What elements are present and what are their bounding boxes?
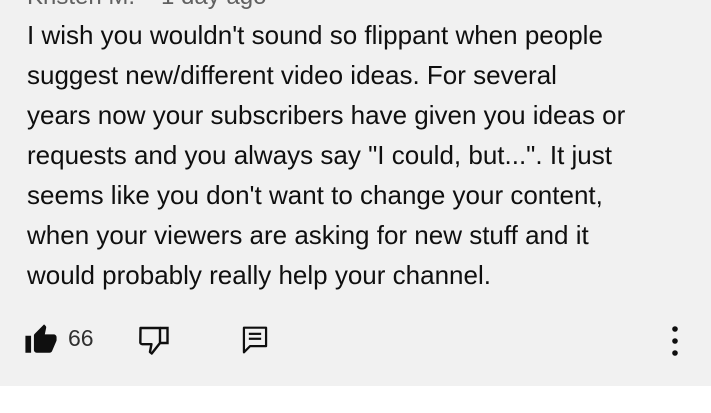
comment-text: I wish you wouldn't sound so flippant wh… bbox=[27, 20, 626, 290]
more-vertical-icon bbox=[672, 326, 678, 356]
reply-button[interactable] bbox=[240, 324, 272, 358]
dislike-button[interactable] bbox=[136, 322, 174, 358]
comment-actions: 66 bbox=[0, 320, 711, 360]
header-separator: · bbox=[145, 0, 153, 10]
thumbs-down-icon bbox=[139, 326, 169, 355]
comment-header: Kristen M. · 1 day ago bbox=[27, 0, 266, 11]
more-options-button[interactable] bbox=[660, 324, 690, 358]
like-count: 66 bbox=[68, 325, 94, 351]
comment-timestamp[interactable]: 1 day ago bbox=[161, 0, 266, 10]
reply-comment-icon bbox=[242, 326, 268, 354]
thumbs-up-icon bbox=[25, 324, 57, 353]
comment-author[interactable]: Kristen M. bbox=[27, 0, 135, 10]
comment-card: Kristen M. · 1 day ago I wish you wouldn't… bbox=[0, 0, 711, 386]
